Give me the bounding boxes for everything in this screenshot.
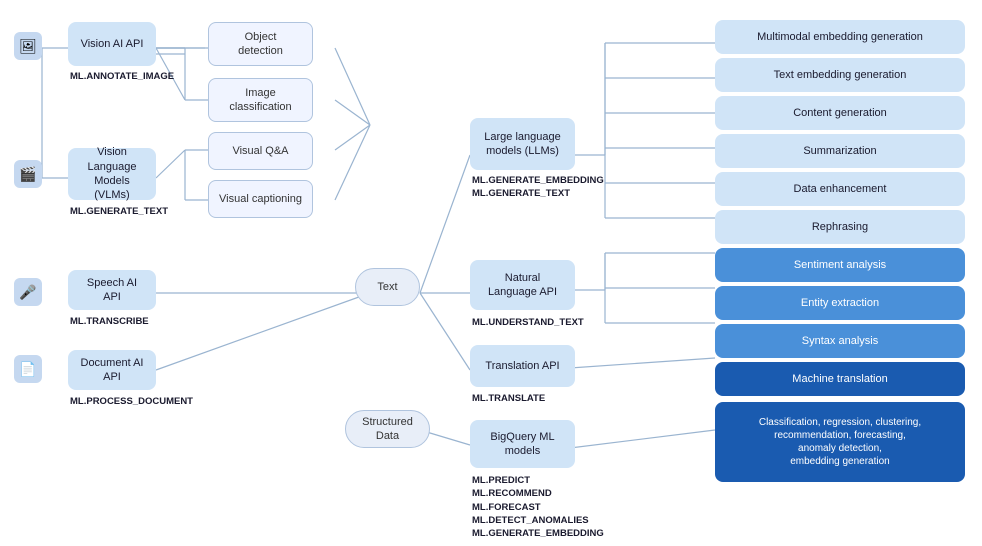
vision-ai-sublabel: ML.ANNOTATE_IMAGE — [70, 70, 174, 83]
document-sublabel: ML.PROCESS_DOCUMENT — [70, 395, 193, 408]
bigquery-label: BigQuery ML models — [490, 430, 554, 459]
vlm-sublabel: ML.GENERATE_TEXT — [70, 205, 168, 218]
img-class-label: Image classification — [229, 86, 291, 115]
visual-captioning-node: Visual captioning — [208, 180, 313, 218]
rephrasing-node: Rephrasing — [715, 210, 965, 244]
syntax-label: Syntax analysis — [802, 334, 878, 348]
data-enhancement-node: Data enhancement — [715, 172, 965, 206]
syntax-node: Syntax analysis — [715, 324, 965, 358]
struct-data-label: Structured Data — [356, 415, 419, 444]
machine-trans-label: Machine translation — [792, 372, 887, 386]
entity-node: Entity extraction — [715, 286, 965, 320]
text-embed-label: Text embedding generation — [774, 68, 907, 82]
nlp-api-node: Natural Language API — [470, 260, 575, 310]
text-embedding-node: Text embedding generation — [715, 58, 965, 92]
nlp-label: Natural Language API — [488, 271, 557, 300]
content-gen-node: Content generation — [715, 96, 965, 130]
machine-translation-node: Machine translation — [715, 362, 965, 396]
visual-qa-label: Visual Q&A — [232, 144, 288, 158]
content-gen-label: Content generation — [793, 106, 887, 120]
vision-ai-api-node: Vision AI API — [68, 22, 156, 66]
llm-node: Large language models (LLMs) — [470, 118, 575, 170]
document-ai-node: Document AI API — [68, 350, 156, 390]
speech-sublabel: ML.TRANSCRIBE — [70, 315, 149, 328]
summarize-label: Summarization — [803, 144, 876, 158]
visual-cap-label: Visual captioning — [219, 192, 302, 206]
translation-api-label: Translation API — [485, 359, 559, 373]
vision-ai-label: Vision AI API — [81, 37, 144, 51]
vlm-node: Vision Language Models (VLMs) — [68, 148, 156, 200]
text-hub-node: Text — [355, 268, 420, 306]
video-icon: 🎬 — [14, 160, 42, 188]
document-icon: 📄 — [14, 355, 42, 383]
vlm-label: Vision Language Models (VLMs) — [78, 145, 146, 202]
bigquery-sublabel: ML.PREDICT ML.RECOMMEND ML.FORECAST ML.D… — [472, 474, 604, 540]
classification-label: Classification, regression, clustering, … — [759, 416, 921, 468]
classification-node: Classification, regression, clustering, … — [715, 402, 965, 482]
bigquery-ml-node: BigQuery ML models — [470, 420, 575, 468]
image-icon: 🖼 — [14, 32, 42, 60]
llm-sublabel: ML.GENERATE_EMBEDDING ML.GENERATE_TEXT — [472, 174, 604, 201]
translation-sublabel: ML.TRANSLATE — [472, 392, 545, 405]
sentiment-label: Sentiment analysis — [794, 258, 886, 272]
obj-detect-label: Object detection — [238, 30, 283, 59]
llm-label: Large language models (LLMs) — [484, 130, 560, 159]
multimodal-node: Multimodal embedding generation — [715, 20, 965, 54]
diagram: 🖼 🎬 🎤 📄 Vision AI API ML.ANNOTATE_IMAGE … — [0, 0, 982, 546]
rephrase-label: Rephrasing — [812, 220, 868, 234]
sentiment-node: Sentiment analysis — [715, 248, 965, 282]
data-enhance-label: Data enhancement — [794, 182, 887, 196]
audio-icon: 🎤 — [14, 278, 42, 306]
image-classification-node: Image classification — [208, 78, 313, 122]
summarization-node: Summarization — [715, 134, 965, 168]
document-ai-label: Document AI API — [78, 356, 146, 385]
speech-ai-label: Speech AI API — [78, 276, 146, 305]
entity-label: Entity extraction — [801, 296, 879, 310]
translation-api-node: Translation API — [470, 345, 575, 387]
nlp-sublabel: ML.UNDERSTAND_TEXT — [472, 316, 584, 329]
multimodal-label: Multimodal embedding generation — [757, 30, 923, 44]
text-label: Text — [377, 280, 397, 294]
structured-data-node: Structured Data — [345, 410, 430, 448]
visual-qa-node: Visual Q&A — [208, 132, 313, 170]
object-detection-node: Object detection — [208, 22, 313, 66]
speech-ai-node: Speech AI API — [68, 270, 156, 310]
